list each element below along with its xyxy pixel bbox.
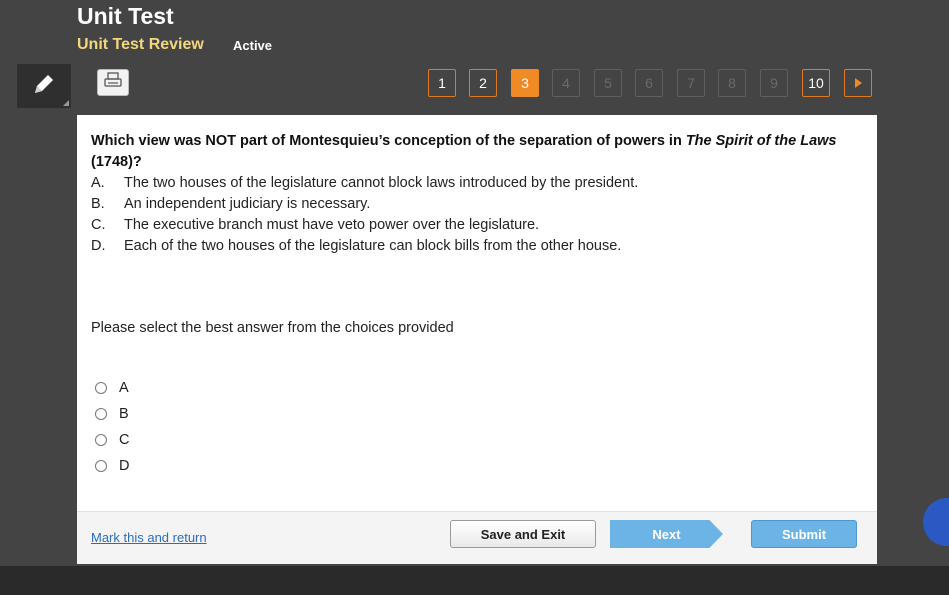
choice-item: C. The executive branch must have veto p… [91, 215, 865, 236]
help-chat-icon[interactable] [923, 498, 949, 546]
question-book-title: The Spirit of the Laws [685, 133, 837, 149]
pencil-icon [31, 71, 57, 102]
next-button[interactable]: Next [610, 520, 723, 548]
choice-item: B. An independent judiciary is necessary… [91, 194, 865, 215]
radio-d[interactable] [95, 460, 107, 472]
answer-radio-group: A B C D [95, 375, 129, 479]
answer-option-d[interactable]: D [95, 453, 129, 479]
answer-option-a[interactable]: A [95, 375, 129, 401]
answer-option-c[interactable]: C [95, 427, 129, 453]
play-right-icon [854, 78, 862, 88]
page-button-3[interactable]: 3 [511, 69, 539, 97]
choice-item: D. Each of the two houses of the legisla… [91, 236, 865, 257]
radio-b[interactable] [95, 408, 107, 420]
status-label: Active [233, 38, 273, 53]
radio-label: A [119, 380, 129, 396]
submit-button[interactable]: Submit [751, 520, 857, 548]
radio-label: C [119, 432, 130, 448]
header-subtitle: Unit Test Review [77, 36, 204, 53]
question-panel: Which view was NOT part of Montesquieu’s… [77, 115, 877, 564]
question-text: Which view was NOT part of Montesquieu’s… [91, 131, 865, 173]
pencil-tool-button[interactable] [17, 64, 71, 108]
choice-text: Each of the two houses of the legislatur… [124, 238, 622, 254]
print-button[interactable] [97, 69, 129, 96]
mark-and-return-link[interactable]: Mark this and return [91, 530, 207, 545]
question-suffix: (1748)? [91, 154, 142, 170]
dropdown-corner-icon [63, 100, 69, 106]
question-prefix: Which view was NOT part of Montesquieu’s… [91, 133, 686, 149]
answer-option-b[interactable]: B [95, 401, 129, 427]
choice-item: A. The two houses of the legislature can… [91, 173, 865, 194]
page-button-4: 4 [552, 69, 580, 97]
page-button-5: 5 [594, 69, 622, 97]
question-footer: Mark this and return Save and Exit Next … [77, 511, 877, 564]
header-title: Unit Test [77, 3, 174, 29]
printer-icon [104, 72, 122, 93]
page-button-10[interactable]: 10 [802, 69, 830, 97]
page-button-7: 7 [677, 69, 705, 97]
page-button-9: 9 [760, 69, 788, 97]
radio-a[interactable] [95, 382, 107, 394]
choice-letter: A. [91, 175, 105, 191]
page-button-2[interactable]: 2 [469, 69, 497, 97]
radio-c[interactable] [95, 434, 107, 446]
choice-text: The two houses of the legislature cannot… [124, 175, 639, 191]
next-page-button[interactable] [844, 69, 872, 97]
save-and-exit-button[interactable]: Save and Exit [450, 520, 596, 548]
choice-text: The executive branch must have veto powe… [124, 217, 540, 233]
page-button-6: 6 [635, 69, 663, 97]
bottom-bar [0, 566, 949, 595]
choice-letter: B. [91, 196, 105, 212]
radio-label: D [119, 458, 130, 474]
choice-letter: D. [91, 238, 106, 254]
page-button-8: 8 [718, 69, 746, 97]
instruction-text: Please select the best answer from the c… [91, 320, 454, 336]
choice-letter: C. [91, 217, 106, 233]
page-button-1[interactable]: 1 [428, 69, 456, 97]
choice-text: An independent judiciary is necessary. [124, 196, 371, 212]
radio-label: B [119, 406, 129, 422]
answer-choices-list: A. The two houses of the legislature can… [91, 173, 865, 257]
